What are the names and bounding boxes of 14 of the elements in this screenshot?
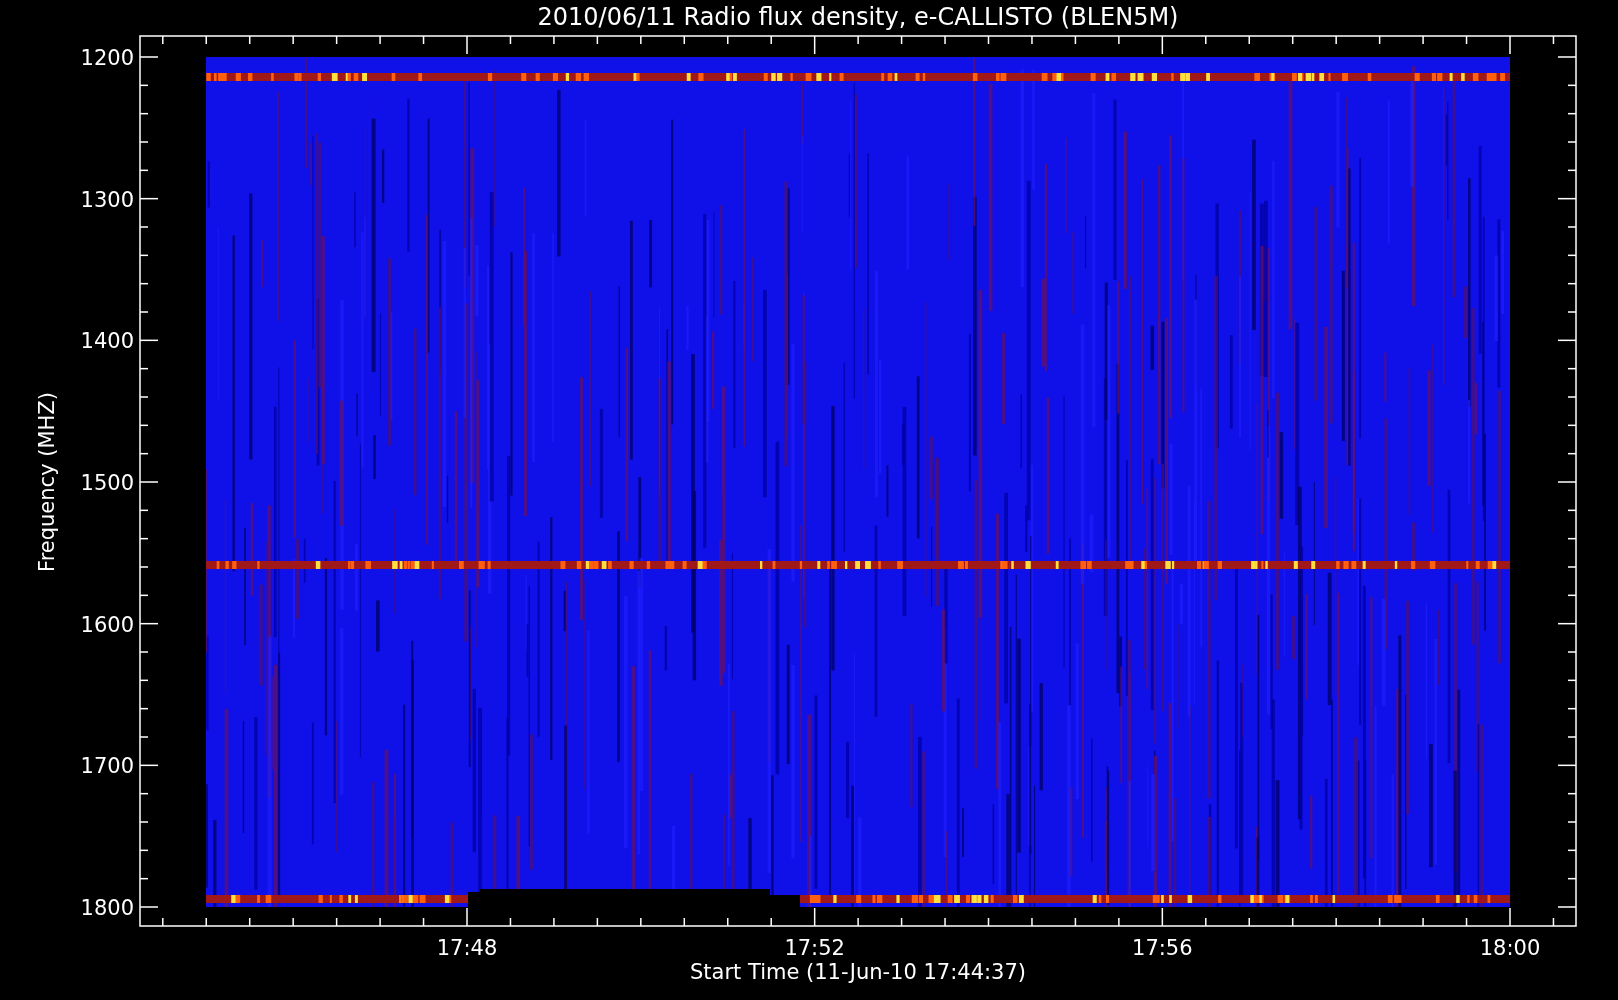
chart-title: 2010/06/11 Radio flux density, e-CALLISTO (BLEN5M) [537,3,1179,31]
y-tick-label: 1600 [80,612,134,637]
y-tick-label: 1200 [80,46,134,70]
x-tick-label: 17:52 [784,936,845,960]
y-tick-label: 1800 [80,896,134,920]
y-tick-label: 1700 [80,754,134,779]
x-tick-label: 17:56 [1132,936,1193,960]
x-tick-label: 17:48 [436,936,498,960]
y-tick-label: 1300 [80,187,134,212]
y-axis-label: Frequency (MHZ) [35,392,59,572]
y-tick-label: 1400 [80,329,134,354]
y-tick-label: 1500 [80,471,134,495]
x-axis-label: Start Time (11-Jun-10 17:44:37) [690,960,1026,984]
x-tick-label: 18:00 [1479,936,1541,960]
